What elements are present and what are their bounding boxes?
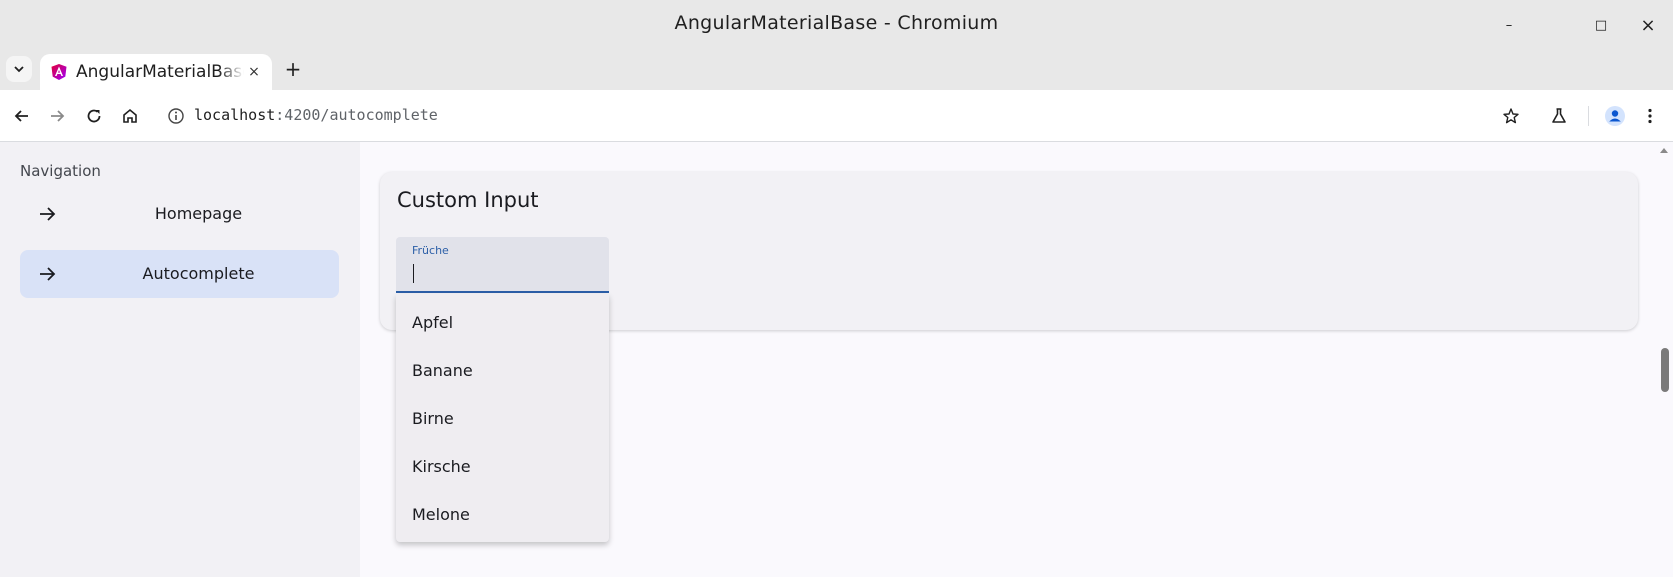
- close-tab-button[interactable]: ×: [244, 62, 264, 82]
- home-icon: [123, 108, 137, 123]
- autocomplete-option-kirsche[interactable]: Kirsche: [396, 442, 609, 490]
- forward-button[interactable]: [43, 102, 71, 130]
- labs-flask-icon: [1552, 108, 1566, 123]
- scrollbar-thumb[interactable]: [1661, 348, 1669, 392]
- nav-item-autocomplete[interactable]: Autocomplete: [20, 250, 339, 298]
- bookmark-star-icon: [1503, 108, 1519, 124]
- autocomplete-option-banane[interactable]: Banane: [396, 346, 609, 394]
- window-title: AngularMaterialBase - Chromium: [674, 12, 999, 34]
- site-info-button[interactable]: [164, 104, 188, 128]
- tab-search-button[interactable]: [6, 56, 32, 82]
- maximize-button[interactable]: □: [1588, 12, 1614, 38]
- arrow-right-icon: [36, 263, 58, 285]
- card-title: Custom Input: [397, 188, 539, 212]
- nav-item-homepage[interactable]: Homepage: [20, 190, 339, 238]
- page-content: Navigation Homepage Autocomplete Custom …: [0, 142, 1673, 577]
- new-tab-button[interactable]: +: [280, 56, 306, 82]
- angular-logo-icon: [51, 64, 67, 80]
- close-window-button[interactable]: ×: [1635, 12, 1661, 38]
- browser-toolbar: localhost:4200/autocomplete: [0, 90, 1673, 142]
- scroll-up-arrow-icon[interactable]: [1660, 148, 1668, 153]
- autocomplete-option-birne[interactable]: Birne: [396, 394, 609, 442]
- autocomplete-option-apfel[interactable]: Apfel: [396, 298, 609, 346]
- site-info-icon: [168, 108, 184, 124]
- autocomplete-panel: Apfel Banane Birne Kirsche Melone: [396, 294, 609, 542]
- reload-button[interactable]: [80, 102, 108, 130]
- arrow-right-icon: [36, 203, 58, 225]
- url-text[interactable]: localhost:4200/autocomplete: [194, 106, 438, 124]
- autocomplete-option-melone[interactable]: Melone: [396, 490, 609, 538]
- fruits-autocomplete-input[interactable]: Früche: [396, 237, 609, 293]
- tab-title: AngularMaterialBase: [76, 62, 244, 82]
- nav-item-label: Autocomplete: [142, 264, 255, 283]
- window-titlebar: AngularMaterialBase - Chromium – □ ×: [0, 0, 1673, 50]
- nav-item-label: Homepage: [154, 204, 243, 223]
- bookmark-button[interactable]: [1499, 104, 1523, 128]
- home-button[interactable]: [116, 102, 144, 130]
- profile-button[interactable]: [1601, 102, 1629, 130]
- url-path: :4200/autocomplete: [275, 106, 438, 124]
- side-navigation: Navigation Homepage Autocomplete: [0, 142, 360, 577]
- url-host: localhost: [194, 106, 276, 124]
- minimize-button[interactable]: –: [1496, 12, 1522, 38]
- address-bar[interactable]: localhost:4200/autocomplete: [158, 98, 1533, 134]
- back-button[interactable]: [8, 102, 36, 130]
- nav-heading: Navigation: [20, 162, 101, 180]
- page-scrollbar[interactable]: [1656, 142, 1673, 577]
- profile-icon: [1605, 106, 1625, 126]
- labs-button[interactable]: [1545, 102, 1573, 130]
- forward-arrow-icon: [51, 110, 65, 122]
- more-menu-icon: [1648, 108, 1652, 124]
- chevron-down-icon: [14, 66, 24, 73]
- field-label: Früche: [412, 244, 449, 257]
- tab-angularmaterialbase[interactable]: AngularMaterialBase ×: [40, 54, 272, 90]
- tab-strip: AngularMaterialBase × +: [0, 50, 1673, 90]
- toolbar-separator: [1588, 106, 1589, 126]
- more-menu-button[interactable]: [1636, 102, 1664, 130]
- back-arrow-icon: [14, 110, 28, 122]
- reload-icon: [87, 109, 101, 123]
- text-caret: [413, 264, 414, 283]
